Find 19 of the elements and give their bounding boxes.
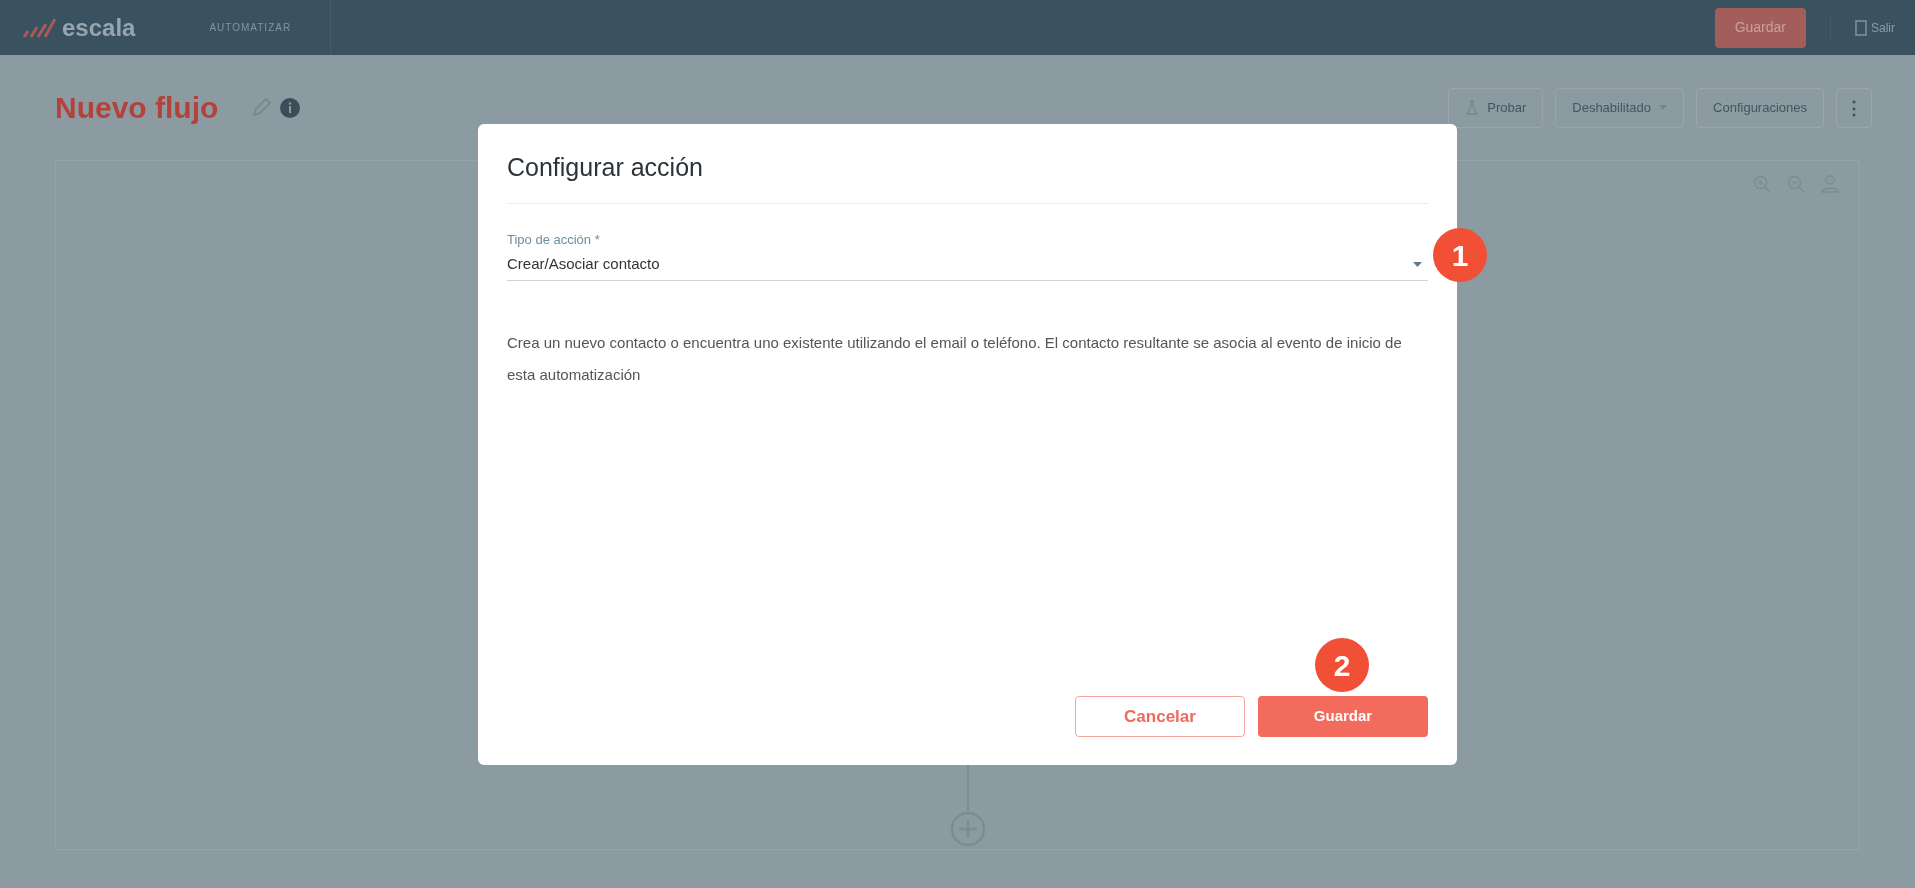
door-icon (1855, 19, 1867, 36)
status-dropdown[interactable]: Deshabilitado (1555, 87, 1685, 128)
section-label: AUTOMATIZAR (209, 21, 292, 35)
action-description: Crea un nuevo contacto o encuentra uno existente utilizando el email o teléfono. El contacto resultante se asocia al evento de inicio de esta automatización (507, 332, 1403, 385)
test-button[interactable]: Probar (1448, 87, 1544, 128)
dialog-title: Configurar acción (507, 153, 703, 181)
save-button[interactable]: Guardar (1714, 7, 1806, 48)
logo-icon (22, 16, 58, 39)
info-icon[interactable] (280, 97, 301, 118)
action-type-select[interactable]: Tipo de acción * Crear/Asociar contacto (507, 229, 1428, 281)
flow-title: Nuevo flujo (55, 90, 219, 126)
exit-button[interactable]: Salir (1855, 18, 1895, 37)
step-marker: 1 (1433, 228, 1487, 282)
caret-icon (1413, 261, 1422, 267)
more-button[interactable]: ⋮ (1836, 87, 1872, 128)
cancel-button[interactable]: Cancelar (1075, 696, 1245, 737)
settings-button[interactable]: Configuraciones (1696, 87, 1824, 128)
logo-text: escala (62, 12, 136, 43)
save-button[interactable]: Guardar (1258, 696, 1428, 737)
